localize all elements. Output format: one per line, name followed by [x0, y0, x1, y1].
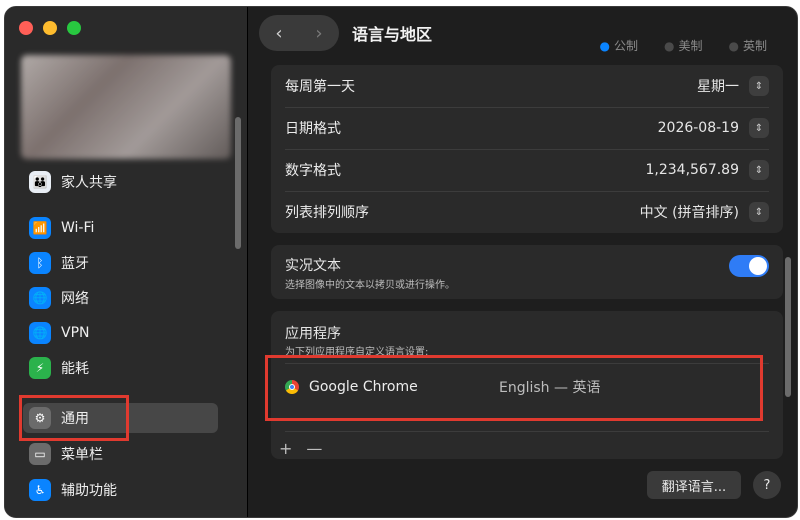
measurement-system-options: 公制 美制 英制	[600, 37, 767, 54]
menubar-icon: ▭	[29, 443, 51, 465]
row-label: 日期格式	[285, 121, 341, 137]
highlight-box-general	[19, 395, 129, 441]
option-uk[interactable]: 英制	[729, 37, 767, 54]
sidebar-item-label: 蓝牙	[61, 256, 89, 272]
live-text-title: 实况文本	[285, 258, 341, 274]
formats-panel: 每周第一天 星期一 ⇕ 日期格式 2026-08-19 ⇕ 数字格式 1,234…	[271, 65, 783, 233]
updown-icon: ⇕	[749, 118, 769, 138]
zoom-button[interactable]	[67, 21, 81, 35]
sidebar-item-label: Wi-Fi	[61, 220, 95, 236]
list-controls: + —	[279, 439, 322, 458]
globe-icon: 🌐	[29, 287, 51, 309]
user-profile-blurred[interactable]	[21, 55, 231, 159]
window-controls	[19, 21, 81, 35]
wifi-icon: 📶	[29, 217, 51, 239]
highlight-box-chrome	[265, 355, 763, 421]
list-sort-select[interactable]: 中文 (拼音排序) ⇕	[640, 202, 769, 222]
date-format-select[interactable]: 2026-08-19 ⇕	[658, 118, 769, 138]
sidebar-item-energy[interactable]: ⚡ 能耗	[23, 353, 218, 383]
sidebar-item-label: 能耗	[61, 361, 89, 377]
chevron-right-icon[interactable]: ›	[315, 23, 322, 44]
minimize-button[interactable]	[43, 21, 57, 35]
sidebar-item-wifi[interactable]: 📶 Wi-Fi	[23, 213, 218, 243]
vpn-icon: 🌐	[29, 322, 51, 344]
sidebar-item-network[interactable]: 🌐 网络	[23, 283, 218, 313]
accessibility-icon: ♿	[29, 479, 51, 501]
sidebar-item-label: 家人共享	[61, 175, 117, 191]
sidebar-item-label: 辅助功能	[61, 483, 117, 499]
sidebar-item-label: 网络	[61, 291, 89, 307]
sidebar-item-family-sharing[interactable]: 👪 家人共享	[23, 167, 218, 197]
first-weekday-select[interactable]: 星期一 ⇕	[697, 76, 769, 96]
translate-languages-button[interactable]: 翻译语言...	[647, 471, 741, 499]
number-format-row: 数字格式 1,234,567.89 ⇕	[271, 149, 783, 191]
sidebar-item-accessibility[interactable]: ♿ 辅助功能	[23, 475, 218, 505]
row-label: 每周第一天	[285, 79, 355, 95]
number-format-select[interactable]: 1,234,567.89 ⇕	[645, 160, 769, 180]
settings-window: 👪 家人共享 📶 Wi-Fi ᛒ 蓝牙 🌐 网络 🌐 VPN ⚡ 能耗 ⚙ 通用	[4, 6, 798, 518]
live-text-toggle[interactable]	[729, 255, 769, 277]
sidebar-item-menubar[interactable]: ▭ 菜单栏	[23, 439, 218, 469]
sidebar-item-vpn[interactable]: 🌐 VPN	[23, 318, 218, 348]
option-us[interactable]: 美制	[664, 37, 702, 54]
page-title: 语言与地区	[352, 25, 433, 44]
chevron-left-icon[interactable]: ‹	[275, 23, 282, 44]
row-label: 数字格式	[285, 163, 341, 179]
sidebar-scrollbar[interactable]	[235, 117, 241, 249]
list-sort-row: 列表排列顺序 中文 (拼音排序) ⇕	[271, 191, 783, 233]
close-button[interactable]	[19, 21, 33, 35]
help-button[interactable]: ?	[753, 471, 781, 499]
live-text-panel: 实况文本 选择图像中的文本以拷贝或进行操作。	[271, 245, 783, 299]
family-icon: 👪	[29, 171, 51, 193]
first-weekday-row: 每周第一天 星期一 ⇕	[271, 65, 783, 107]
updown-icon: ⇕	[749, 160, 769, 180]
date-format-row: 日期格式 2026-08-19 ⇕	[271, 107, 783, 149]
battery-icon: ⚡	[29, 357, 51, 379]
sidebar-item-label: 菜单栏	[61, 447, 103, 463]
history-navigation: ‹ ›	[259, 15, 339, 51]
row-label: 列表排列顺序	[285, 205, 369, 221]
updown-icon: ⇕	[749, 202, 769, 222]
remove-app-button[interactable]: —	[306, 439, 322, 458]
option-metric[interactable]: 公制	[600, 37, 638, 54]
applications-title: 应用程序	[285, 326, 341, 342]
live-text-subtitle: 选择图像中的文本以拷贝或进行操作。	[285, 280, 455, 291]
bluetooth-icon: ᛒ	[29, 252, 51, 274]
sidebar-item-label: VPN	[61, 325, 90, 341]
updown-icon: ⇕	[749, 76, 769, 96]
sidebar-item-bluetooth[interactable]: ᛒ 蓝牙	[23, 248, 218, 278]
add-app-button[interactable]: +	[279, 439, 292, 458]
main-scrollbar[interactable]	[785, 257, 791, 397]
